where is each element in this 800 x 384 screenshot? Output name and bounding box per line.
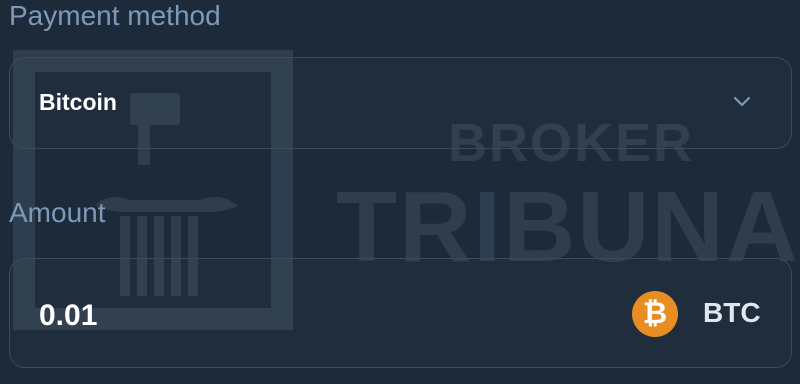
chevron-down-icon[interactable] bbox=[733, 96, 751, 108]
payment-method-select[interactable]: Bitcoin bbox=[9, 57, 792, 149]
payment-method-selected-value: Bitcoin bbox=[39, 89, 117, 115]
amount-field[interactable]: 0.01 ₿ BTC bbox=[9, 258, 792, 368]
amount-input[interactable]: 0.01 bbox=[39, 299, 97, 333]
amount-label: Amount bbox=[9, 197, 106, 228]
payment-method-label: Payment method bbox=[9, 0, 221, 31]
currency-code: BTC bbox=[703, 297, 761, 328]
bitcoin-glyph: ₿ bbox=[642, 297, 668, 330]
bitcoin-icon: ₿ bbox=[632, 291, 678, 337]
